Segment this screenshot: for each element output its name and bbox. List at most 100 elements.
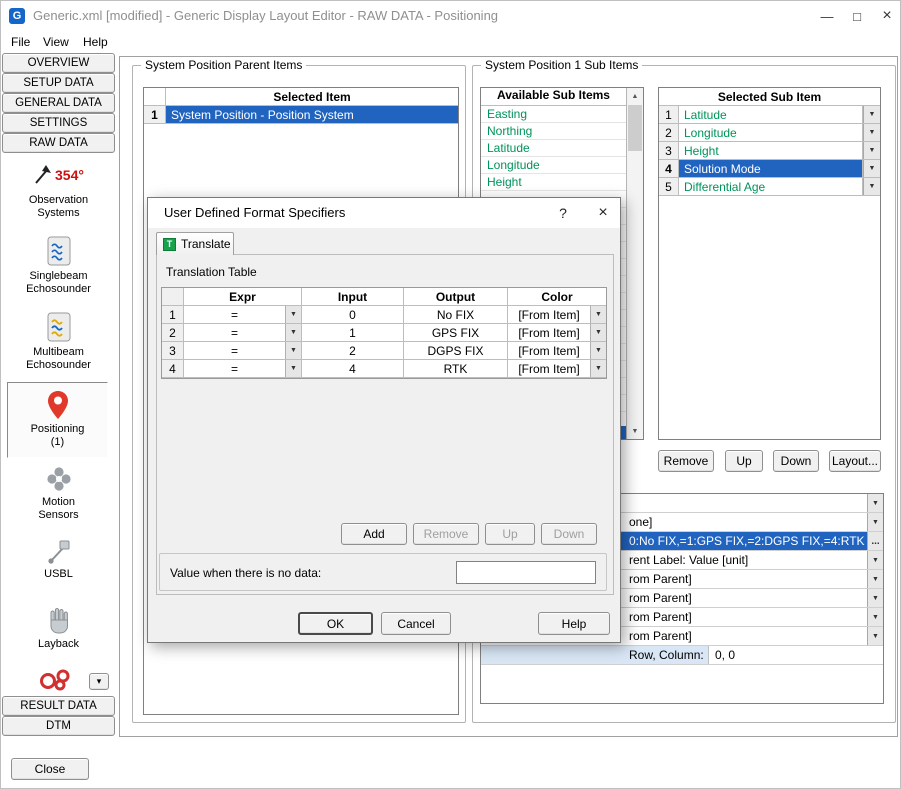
no-data-input[interactable] — [456, 561, 596, 584]
close-button[interactable]: Close — [11, 758, 89, 780]
sidebar-item-singlebeam-echosounder[interactable]: Singlebeam Echosounder — [2, 232, 115, 304]
dropdown-icon[interactable]: ▼ — [285, 360, 301, 377]
dropdown-icon[interactable]: ▼ — [867, 570, 883, 588]
list-item[interactable]: Longitude — [481, 157, 626, 174]
remove-button[interactable]: Remove — [658, 450, 714, 472]
sidebar-item-layback[interactable]: Layback — [2, 604, 115, 666]
output-cell[interactable]: RTK — [404, 360, 508, 377]
usbl-icon — [2, 536, 115, 568]
cancel-button[interactable]: Cancel — [381, 612, 451, 635]
dropdown-icon[interactable]: ▼ — [867, 551, 883, 569]
output-cell[interactable]: DGPS FIX — [404, 342, 508, 359]
scrollbar-thumb[interactable] — [628, 105, 642, 151]
list-item[interactable]: Latitude — [481, 140, 626, 157]
table-row[interactable]: 1 =▼ 0 No FIX [From Item]▼ — [162, 306, 606, 324]
no-data-label: Value when there is no data: — [170, 554, 321, 592]
up-button-dialog[interactable]: Up — [485, 523, 535, 545]
singlebeam-icon — [2, 232, 115, 270]
scroll-up-icon[interactable]: ▲ — [627, 88, 643, 104]
minimize-button[interactable]: — — [812, 1, 842, 31]
add-button[interactable]: Add — [341, 523, 407, 545]
table-row[interactable]: 1 Latitude ▼ — [659, 106, 880, 124]
dropdown-icon[interactable]: ▼ — [867, 513, 883, 531]
table-row[interactable]: 3 =▼ 2 DGPS FIX [From Item]▼ — [162, 342, 606, 360]
dropdown-icon[interactable]: ▼ — [863, 106, 880, 123]
sidebar-item-result-data[interactable]: RESULT DATA — [2, 696, 115, 716]
dropdown-icon[interactable]: ▼ — [590, 360, 606, 377]
table-row[interactable]: 1 System Position - Position System — [144, 106, 458, 124]
maximize-button[interactable]: □ — [842, 1, 872, 31]
dropdown-icon[interactable]: ▼ — [867, 494, 883, 512]
menu-file[interactable]: File — [5, 31, 36, 53]
sidebar-item-general-data[interactable]: GENERAL DATA — [2, 93, 115, 113]
list-item[interactable]: Easting — [481, 106, 626, 123]
dropdown-icon[interactable]: ▼ — [863, 178, 880, 195]
sidebar-item-dtm[interactable]: DTM — [2, 716, 115, 736]
input-cell[interactable]: 2 — [302, 342, 404, 359]
color-cell[interactable]: [From Item]▼ — [508, 360, 606, 377]
color-cell[interactable]: [From Item]▼ — [508, 306, 606, 323]
more-icon[interactable]: ... — [867, 532, 883, 550]
remove-button-dialog[interactable]: Remove — [413, 523, 479, 545]
available-list-header: Available Sub Items — [481, 88, 626, 106]
list-item[interactable]: Height — [481, 174, 626, 191]
dropdown-icon[interactable]: ▼ — [590, 324, 606, 341]
dropdown-icon[interactable]: ▼ — [863, 142, 880, 159]
tab-translate[interactable]: T Translate — [156, 232, 234, 255]
dropdown-icon[interactable]: ▼ — [285, 342, 301, 359]
close-window-button[interactable]: × — [872, 1, 901, 31]
sidebar-item-motion-sensors[interactable]: Motion Sensors — [2, 462, 115, 532]
dropdown-icon[interactable]: ▼ — [590, 342, 606, 359]
menu-help[interactable]: Help — [77, 31, 114, 53]
table-row[interactable]: 4 Solution Mode ▼ — [659, 160, 880, 178]
input-cell[interactable]: 1 — [302, 324, 404, 341]
dropdown-icon[interactable]: ▼ — [285, 324, 301, 341]
dropdown-icon[interactable]: ▼ — [285, 306, 301, 323]
scroll-down-icon[interactable]: ▼ — [627, 423, 643, 439]
sidebar-item-overview[interactable]: OVERVIEW — [2, 53, 115, 73]
down-button-dialog[interactable]: Down — [541, 523, 597, 545]
menu-view[interactable]: View — [37, 31, 75, 53]
dropdown-icon[interactable]: ▼ — [867, 608, 883, 626]
table-row[interactable]: 2 =▼ 1 GPS FIX [From Item]▼ — [162, 324, 606, 342]
result-data-dropdown-button[interactable]: ▾ — [89, 673, 109, 690]
input-cell[interactable]: 4 — [302, 360, 404, 377]
dialog-close-icon[interactable]: × — [588, 198, 618, 228]
dialog-help-icon[interactable]: ? — [548, 198, 578, 228]
sidebar-item-multibeam-echosounder[interactable]: Multibeam Echosounder — [2, 308, 115, 380]
sidebar-item-observation-systems[interactable]: 354° Observation Systems — [2, 156, 115, 228]
sidebar-item-usbl[interactable]: USBL — [2, 536, 115, 600]
dropdown-icon[interactable]: ▼ — [590, 306, 606, 323]
available-list-scrollbar[interactable]: ▲ ▼ — [626, 88, 643, 439]
down-button[interactable]: Down — [773, 450, 819, 472]
sidebar-item-settings[interactable]: SETTINGS — [2, 113, 115, 133]
sidebar-item-positioning[interactable]: Positioning (1) — [7, 382, 108, 458]
layout-button[interactable]: Layout... — [829, 450, 881, 472]
output-cell[interactable]: GPS FIX — [404, 324, 508, 341]
table-row[interactable]: 3 Height ▼ — [659, 142, 880, 160]
dropdown-icon[interactable]: ▼ — [867, 589, 883, 607]
input-cell[interactable]: 0 — [302, 306, 404, 323]
help-button[interactable]: Help — [538, 612, 610, 635]
output-cell[interactable]: No FIX — [404, 306, 508, 323]
sidebar-item-setup-data[interactable]: SETUP DATA — [2, 73, 115, 93]
parent-item-selected[interactable]: System Position - Position System — [166, 106, 458, 123]
sidebar-item-raw-data[interactable]: RAW DATA — [2, 133, 115, 153]
ok-button[interactable]: OK — [298, 612, 373, 635]
expr-cell[interactable]: =▼ — [184, 306, 302, 323]
list-item[interactable]: Northing — [481, 123, 626, 140]
table-row[interactable]: 5 Differential Age ▼ — [659, 178, 880, 196]
expr-cell[interactable]: =▼ — [184, 342, 302, 359]
property-row-row-column[interactable]: Row, Column: 0, 0 — [481, 646, 883, 665]
color-cell[interactable]: [From Item]▼ — [508, 324, 606, 341]
dropdown-icon[interactable]: ▼ — [863, 160, 880, 177]
dropdown-icon[interactable]: ▼ — [867, 627, 883, 645]
color-cell[interactable]: [From Item]▼ — [508, 342, 606, 359]
expr-cell[interactable]: =▼ — [184, 360, 302, 377]
dropdown-icon[interactable]: ▼ — [863, 124, 880, 141]
selected-sub-item-selected-row[interactable]: Solution Mode — [679, 160, 863, 177]
table-row[interactable]: 4 =▼ 4 RTK [From Item]▼ — [162, 360, 606, 378]
expr-cell[interactable]: =▼ — [184, 324, 302, 341]
table-row[interactable]: 2 Longitude ▼ — [659, 124, 880, 142]
up-button[interactable]: Up — [725, 450, 763, 472]
